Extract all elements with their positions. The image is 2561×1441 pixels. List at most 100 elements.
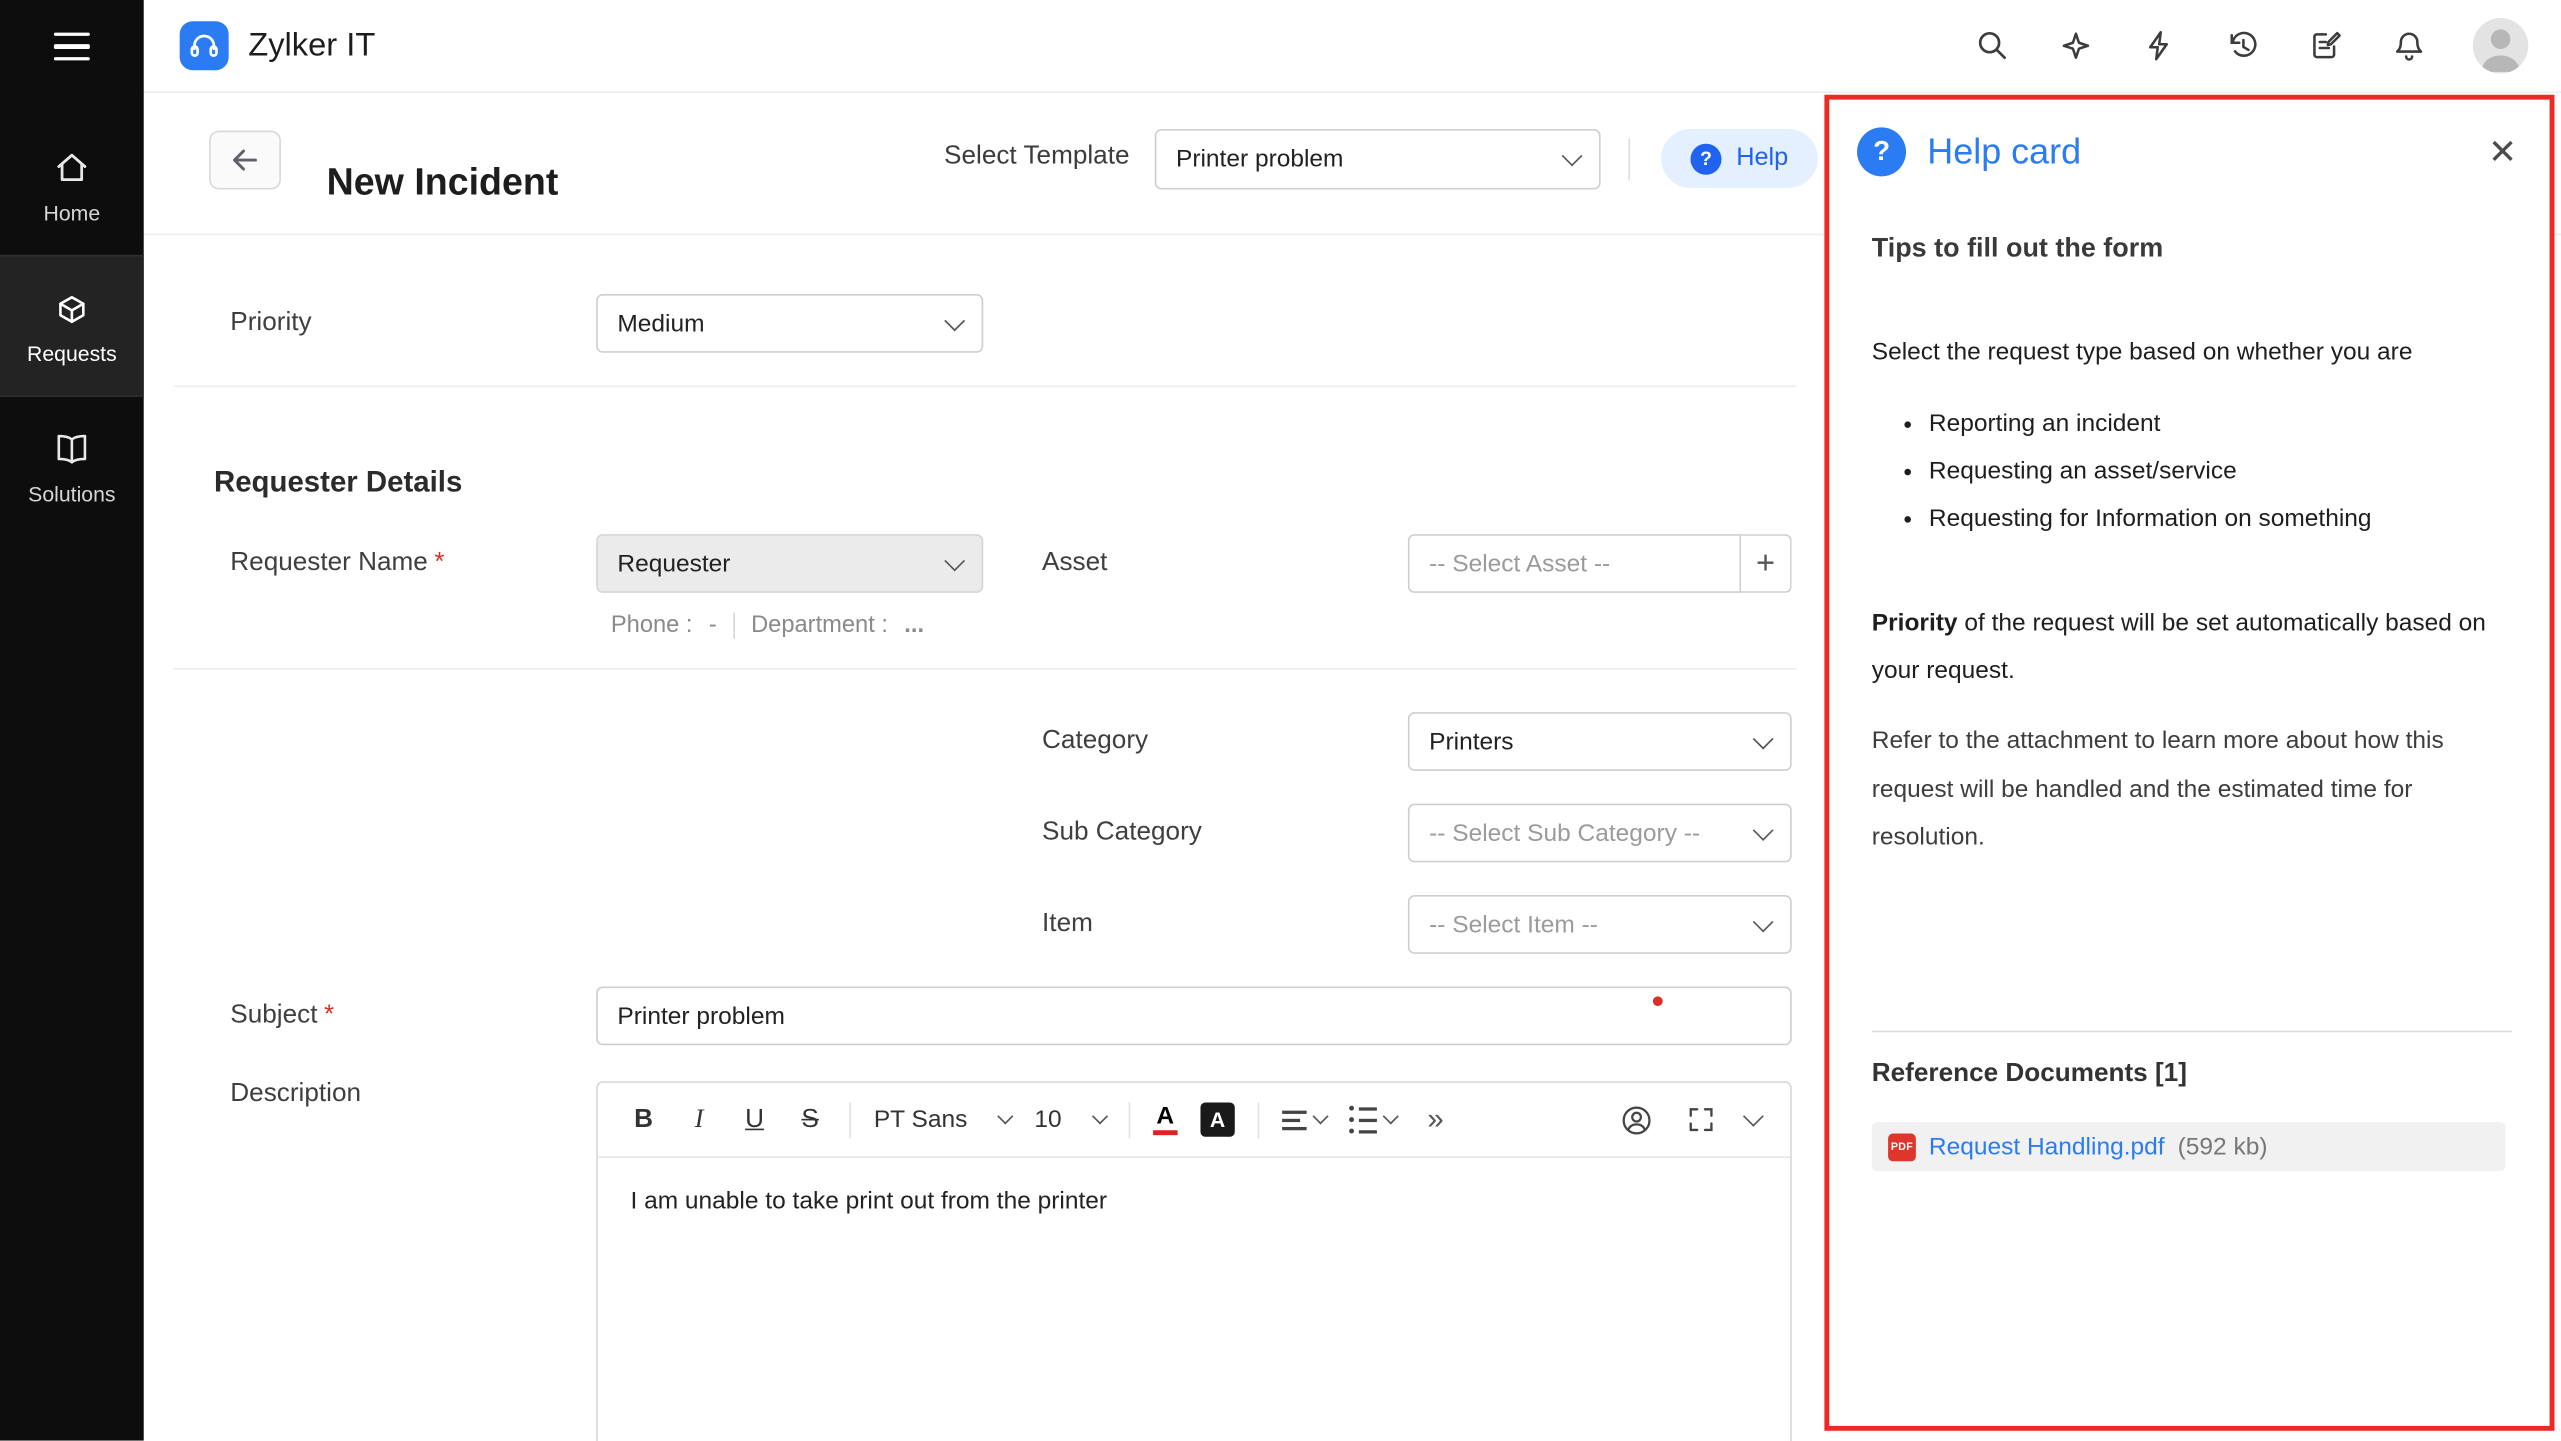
chevron-down-icon [1753, 911, 1774, 932]
category-select-value: Printers [1429, 728, 1513, 756]
tips-bullet: Requesting for Information on something [1929, 505, 2372, 533]
chevron-down-icon [1312, 1108, 1328, 1124]
brand[interactable]: Zylker IT [180, 21, 376, 70]
sidebar-item-home[interactable]: Home [0, 116, 144, 255]
quick-actions-icon[interactable] [2140, 26, 2179, 65]
department-label: Department : [751, 612, 888, 638]
solutions-icon [52, 430, 91, 469]
divider [1872, 1031, 2512, 1033]
strikethrough-button[interactable]: S [794, 1098, 827, 1140]
sidebar-item-label: Requests [27, 341, 117, 365]
sidebar-nav: Home Requests Solutions [0, 93, 144, 536]
chevron-down-icon [1753, 819, 1774, 840]
template-select-value: Printer problem [1176, 145, 1343, 173]
category-select[interactable]: Printers [1408, 712, 1792, 771]
sidebar-item-requests[interactable]: Requests [0, 255, 144, 397]
item-select[interactable]: -- Select Item -- [1408, 895, 1792, 954]
subject-input-value: Printer problem [617, 1002, 784, 1030]
tips-title: Tips to fill out the form [1872, 234, 2163, 265]
topbar: Zylker IT [144, 0, 2561, 93]
italic-button[interactable]: I [683, 1098, 716, 1140]
description-text: I am unable to take print out from the p… [630, 1187, 1107, 1215]
history-icon[interactable] [2223, 26, 2262, 65]
text-color-button[interactable]: A [1153, 1104, 1177, 1135]
help-card-title: Help card [1927, 131, 2081, 173]
department-value: ... [904, 612, 924, 638]
person-icon [2473, 18, 2529, 74]
description-editor: B I U S PT Sans 10 A A [596, 1081, 1792, 1441]
item-select-value: -- Select Item -- [1429, 911, 1598, 939]
search-icon[interactable] [1973, 26, 2012, 65]
sidebar-item-solutions[interactable]: Solutions [0, 397, 144, 536]
pdf-icon: PDF [1888, 1133, 1916, 1161]
select-template-label: Select Template [944, 142, 1129, 171]
priority-note: Priority of the request will be set auto… [1872, 599, 2529, 694]
font-size-select[interactable]: 10 [1034, 1106, 1105, 1134]
page-title: New Incident [327, 154, 559, 210]
help-button[interactable]: ? Help [1661, 129, 1818, 188]
bullet-list-icon [1349, 1106, 1377, 1134]
highlight-color-button[interactable]: A [1200, 1102, 1234, 1136]
priority-note-bold: Priority [1872, 609, 1958, 637]
chevron-down-icon[interactable] [1743, 1106, 1764, 1127]
back-button[interactable] [209, 131, 281, 190]
requests-icon [52, 289, 91, 328]
brand-name: Zylker IT [248, 27, 375, 65]
attachment-link[interactable]: Request Handling.pdf [1929, 1133, 2165, 1161]
menu-button[interactable] [0, 0, 144, 93]
chevron-down-icon [944, 550, 965, 571]
required-asterisk: * [434, 549, 444, 577]
fullscreen-icon [1685, 1104, 1716, 1135]
sidebar-item-label: Home [44, 201, 101, 225]
color-swatch [1153, 1130, 1177, 1135]
list-button[interactable] [1349, 1098, 1396, 1140]
mention-button[interactable] [1619, 1098, 1655, 1140]
asset-select[interactable]: -- Select Asset -- [1408, 534, 1741, 593]
align-button[interactable] [1282, 1098, 1326, 1140]
toolbar-separator [1258, 1102, 1260, 1138]
requester-select-value: Requester [617, 550, 730, 578]
requester-details-title: Requester Details [214, 465, 462, 499]
notifications-icon[interactable] [2390, 26, 2429, 65]
divider [173, 668, 1797, 670]
template-select[interactable]: Printer problem [1155, 129, 1601, 189]
toolbar-separator [1129, 1102, 1131, 1138]
description-label: Description [230, 1080, 361, 1109]
divider [173, 385, 1797, 387]
required-dot [1653, 996, 1663, 1006]
requester-select[interactable]: Requester [596, 534, 983, 593]
attachment-row[interactable]: PDF Request Handling.pdf (592 kb) [1872, 1122, 2506, 1171]
category-label: Category [1042, 727, 1148, 756]
close-icon[interactable]: ✕ [2488, 129, 2517, 178]
bold-button[interactable]: B [627, 1098, 660, 1140]
question-icon: ? [1857, 127, 1906, 176]
add-asset-button[interactable]: + [1741, 534, 1792, 593]
screenshot-root: Home Requests Solutions Zylker IT [0, 0, 2561, 1441]
priority-select-value: Medium [617, 310, 704, 338]
feedback-icon[interactable] [2306, 26, 2345, 65]
editor-toolbar-right [1619, 1098, 1761, 1140]
chevron-down-icon [1383, 1108, 1399, 1124]
font-family-select[interactable]: PT Sans [874, 1106, 1012, 1134]
whats-new-icon[interactable] [2056, 26, 2095, 65]
priority-select[interactable]: Medium [596, 294, 983, 353]
asset-placeholder: -- Select Asset -- [1429, 550, 1610, 578]
font-size-value: 10 [1034, 1106, 1061, 1134]
avatar[interactable] [2473, 18, 2529, 74]
underline-button[interactable]: U [738, 1098, 771, 1140]
chevron-down-icon [1562, 146, 1583, 167]
priority-label: Priority [230, 309, 311, 338]
requester-name-label: Requester Name* [230, 549, 444, 578]
arrow-left-icon [227, 142, 263, 178]
more-tools-button[interactable]: » [1419, 1098, 1452, 1140]
sub-category-select[interactable]: -- Select Sub Category -- [1408, 804, 1792, 863]
description-input[interactable]: I am unable to take print out from the p… [598, 1158, 1790, 1441]
asset-label: Asset [1042, 549, 1107, 578]
sub-category-select-value: -- Select Sub Category -- [1429, 819, 1700, 847]
chevron-down-icon [998, 1108, 1014, 1124]
subject-input[interactable]: Printer problem [596, 987, 1792, 1046]
help-card-header: ? Help card [1857, 127, 2081, 176]
topbar-actions [1973, 18, 2528, 74]
divider [733, 612, 735, 638]
fullscreen-button[interactable] [1684, 1098, 1717, 1140]
